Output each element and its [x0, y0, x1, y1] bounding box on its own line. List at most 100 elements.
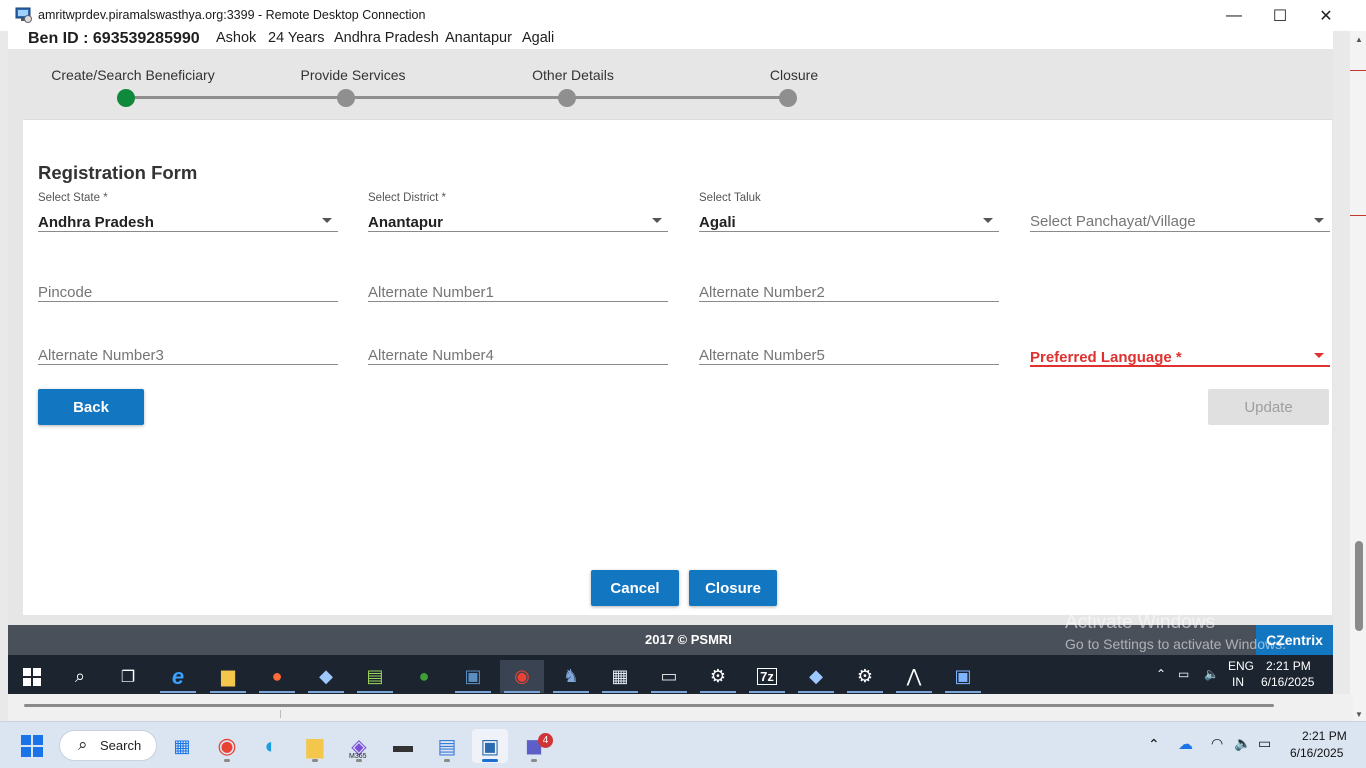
terminal-icon: ▭ — [660, 666, 677, 687]
tray-region[interactable]: IN — [1232, 675, 1244, 689]
tray-network-icon[interactable]: ▭ — [1178, 667, 1189, 681]
rdp-titlebar: amritwprdev.piramalswasthya.org:3399 - R… — [0, 0, 1366, 31]
step-label-services: Provide Services — [300, 67, 405, 83]
scroll-thumb[interactable] — [24, 704, 1274, 707]
onedrive-icon[interactable]: ☁ — [1178, 735, 1193, 753]
windows-icon — [21, 735, 43, 757]
host-clock-date[interactable]: 6/16/2025 — [1290, 746, 1343, 760]
pincode-placeholder: Pincode — [38, 284, 92, 301]
scroll-down-icon[interactable]: ▼ — [1355, 710, 1363, 719]
alternate-number2-input[interactable]: Alternate Number2 — [699, 262, 999, 302]
vertical-scrollbar[interactable]: ▲ ▼ — [1352, 31, 1366, 721]
chrome-icon: ◉ — [514, 666, 530, 687]
taluk-select[interactable]: Select Taluk Agali — [699, 192, 999, 232]
taskbar-app[interactable]: ⚙ — [843, 660, 887, 693]
search-label: Search — [100, 738, 141, 753]
preferred-language-select[interactable]: Preferred Language * — [1030, 327, 1330, 367]
host-taskbar-app[interactable]: ▦ — [164, 729, 200, 763]
ben-state: Andhra Pradesh — [334, 30, 439, 46]
host-taskbar-app[interactable]: ◉ — [209, 729, 245, 763]
tray-volume-icon[interactable]: 🔈 — [1204, 667, 1219, 681]
ben-taluk: Agali — [522, 30, 554, 46]
pincode-input[interactable]: Pincode — [38, 262, 338, 302]
step-dot-other[interactable] — [558, 89, 576, 107]
taskbar-app[interactable]: ♞ — [549, 660, 593, 693]
tray-language[interactable]: ENG — [1228, 659, 1254, 673]
step-dot-create[interactable] — [117, 89, 135, 107]
update-button[interactable]: Update — [1208, 389, 1329, 425]
maximize-button[interactable]: ☐ — [1257, 0, 1303, 31]
village-placeholder: Select Panchayat/Village — [1030, 213, 1196, 230]
taskbar-app[interactable]: ▣ — [451, 660, 495, 693]
taskbar-app[interactable]: ◉ — [500, 660, 544, 693]
minimize-button[interactable]: — — [1211, 0, 1257, 31]
ben-id: Ben ID : 693539285990 — [28, 30, 200, 48]
start-button[interactable] — [10, 660, 54, 693]
battery-icon[interactable]: ▭ — [1258, 735, 1271, 752]
district-label: Select District * — [368, 192, 446, 204]
alternate-number2-placeholder: Alternate Number2 — [699, 284, 825, 301]
host-taskbar-app[interactable]: ◐ — [253, 729, 289, 763]
district-select[interactable]: Select District * Anantapur — [368, 192, 668, 232]
taskbar-app[interactable]: ⚙ — [696, 660, 740, 693]
alternate-number4-input[interactable]: Alternate Number4 — [368, 325, 668, 365]
cancel-button[interactable]: Cancel — [591, 570, 679, 606]
host-taskbar-app[interactable]: ▣ — [472, 729, 508, 763]
taskbar-app[interactable]: ◆ — [304, 660, 348, 693]
taskbar-app[interactable]: ▭ — [647, 660, 691, 693]
7zip-icon: 7z — [757, 668, 777, 685]
taskbar-app[interactable]: e — [156, 660, 200, 693]
closure-button[interactable]: Closure — [689, 570, 777, 606]
search-button[interactable]: ⌕ — [58, 660, 102, 693]
village-select[interactable]: Select Panchayat/Village — [1030, 192, 1330, 232]
host-taskbar-app[interactable]: ▬ — [385, 729, 421, 763]
state-select[interactable]: Select State * Andhra Pradesh — [38, 192, 338, 232]
registration-card: Registration Form Select State * Andhra … — [23, 119, 1332, 615]
mysql-workbench-icon: ▣ — [464, 666, 481, 687]
remote-clock-time[interactable]: 2:21 PM — [1266, 659, 1311, 673]
remote-taskbar: ⌕ ❐ e ▆ ● ◆ ▤ ● ▣ ◉ ♞ ▦ ▭ ⚙ 7z ◆ ⚙ ⋀ ▣ ⌃… — [8, 655, 1333, 695]
taskbar-app[interactable]: ▤ — [353, 660, 397, 693]
host-taskbar-app[interactable]: ▤ — [429, 729, 465, 763]
scroll-up-icon[interactable]: ▲ — [1355, 35, 1363, 44]
tray-chevron-icon[interactable]: ⌃ — [1156, 667, 1166, 681]
step-dot-services[interactable] — [337, 89, 355, 107]
alternate-number3-input[interactable]: Alternate Number3 — [38, 325, 338, 365]
remote-desktop-area: Ben ID : 693539285990 Ashok 24 Years And… — [8, 31, 1333, 703]
taskbar-app[interactable]: ▦ — [598, 660, 642, 693]
host-tray-chevron-icon[interactable]: ⌃ — [1148, 736, 1160, 753]
horizontal-scrollbar[interactable] — [8, 694, 1353, 721]
taskbar-app[interactable]: ▣ — [941, 660, 985, 693]
activate-subtitle: Go to Settings to activate Windows. — [1065, 636, 1286, 652]
close-button[interactable]: ✕ — [1303, 0, 1349, 31]
host-taskbar-app[interactable]: ▆ — [297, 729, 333, 763]
host-search-box[interactable]: ⌕ Search — [59, 730, 157, 761]
alternate-number1-input[interactable]: Alternate Number1 — [368, 262, 668, 302]
taskbar-app[interactable]: 7z — [745, 660, 789, 693]
remote-clock-date[interactable]: 6/16/2025 — [1261, 675, 1314, 689]
task-view-button[interactable]: ❐ — [106, 660, 150, 693]
host-clock-time[interactable]: 2:21 PM — [1302, 729, 1347, 743]
volume-icon[interactable]: 🔈 — [1234, 735, 1251, 752]
back-button[interactable]: Back — [38, 389, 144, 425]
taskbar-app[interactable]: ⋀ — [892, 660, 936, 693]
beneficiary-header: Ben ID : 693539285990 Ashok 24 Years And… — [8, 31, 1333, 49]
taluk-label: Select Taluk — [699, 192, 761, 204]
taskbar-app[interactable]: ◆ — [794, 660, 838, 693]
host-taskbar-app[interactable]: ◼4 — [516, 729, 552, 763]
alternate-number3-placeholder: Alternate Number3 — [38, 347, 164, 364]
alternate-number5-input[interactable]: Alternate Number5 — [699, 325, 999, 365]
host-start-button[interactable] — [14, 729, 50, 763]
taskbar-app[interactable]: ● — [255, 660, 299, 693]
form-title: Registration Form — [38, 162, 197, 184]
host-taskbar-app[interactable]: ◈M365 — [341, 729, 377, 763]
step-dot-closure[interactable] — [779, 89, 797, 107]
wifi-icon[interactable]: ◠ — [1211, 735, 1223, 752]
progress-stepper: Create/Search Beneficiary Provide Servic… — [8, 49, 1333, 119]
taskbar-app[interactable]: ▆ — [206, 660, 250, 693]
alternate-number5-placeholder: Alternate Number5 — [699, 347, 825, 364]
scroll-thumb[interactable] — [1355, 541, 1363, 631]
file-explorer-icon: ▆ — [221, 666, 235, 687]
step-label-other: Other Details — [532, 67, 614, 83]
taskbar-app[interactable]: ● — [402, 660, 446, 693]
